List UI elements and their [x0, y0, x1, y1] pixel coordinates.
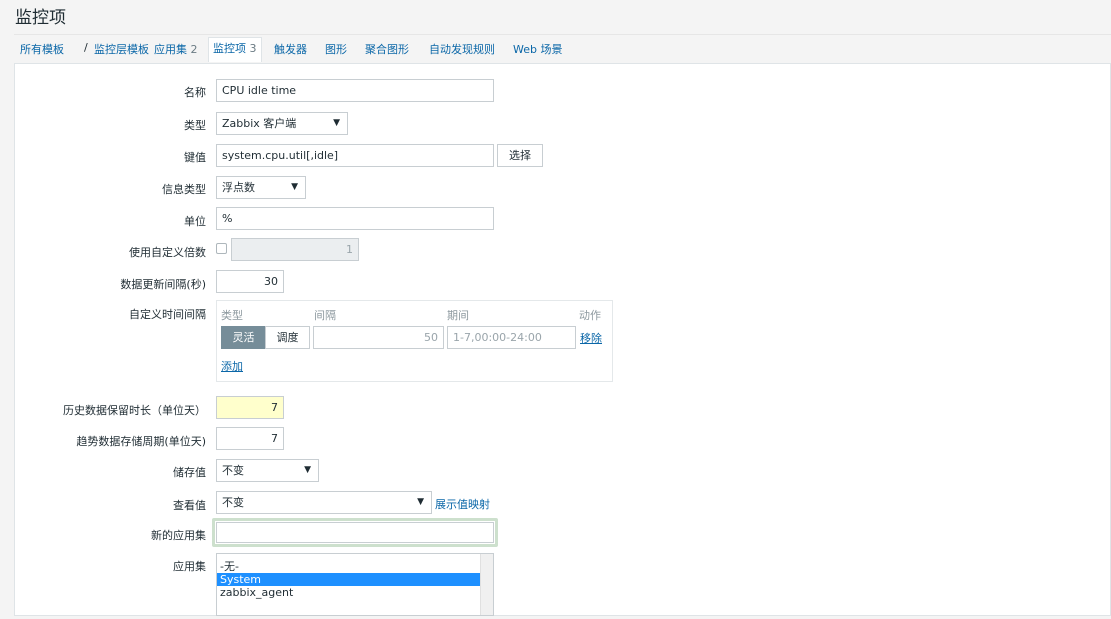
units-input[interactable]: %: [216, 207, 494, 230]
tab-items-count: 3: [249, 42, 257, 55]
show-value-mapping-link[interactable]: 展示值映射: [435, 496, 490, 512]
applications-label: 应用集: [173, 560, 206, 573]
new-application-input[interactable]: [216, 522, 494, 543]
applications-listbox[interactable]: -无- System zabbix_agent: [216, 553, 494, 616]
trends-input[interactable]: 7: [216, 427, 284, 450]
store-value-select[interactable]: 不变 ▼: [216, 459, 319, 482]
type-select[interactable]: Zabbix 客户端 ▼: [216, 112, 348, 135]
type-select-value: Zabbix 客户端: [222, 117, 297, 130]
page-title: 监控项: [15, 8, 66, 28]
tab-discovery-rules[interactable]: 自动发现规则: [429, 41, 495, 57]
chevron-down-icon: ▼: [291, 182, 298, 192]
col-header-interval: 间隔: [314, 309, 336, 322]
show-value-select-value: 不变: [222, 496, 244, 509]
col-header-period: 期间: [447, 309, 469, 322]
tab-screens[interactable]: 聚合图形: [365, 41, 409, 57]
multiplier-input: 1: [231, 238, 359, 261]
tab-triggers[interactable]: 触发器: [274, 41, 307, 57]
col-header-type: 类型: [221, 309, 243, 322]
key-label: 键值: [184, 151, 206, 164]
new-application-label: 新的应用集: [151, 529, 206, 542]
tab-applications-count: 2: [190, 43, 198, 56]
interval-input[interactable]: 50: [313, 326, 444, 349]
tab-applications-label: 应用集: [154, 43, 187, 56]
update-interval-input[interactable]: 30: [216, 270, 284, 293]
type-label: 类型: [184, 119, 206, 132]
list-item[interactable]: zabbix_agent: [217, 586, 480, 599]
custom-intervals-table: 类型 间隔 期间 动作 灵活 调度 50 1-7,00:00-24:00 移除 …: [216, 300, 613, 382]
update-interval-label: 数据更新间隔(秒): [120, 278, 206, 291]
tab-applications[interactable]: 应用集 2: [154, 41, 198, 57]
info-type-label: 信息类型: [162, 183, 206, 196]
select-key-button[interactable]: 选择: [497, 144, 543, 167]
tab-items[interactable]: 监控项 3: [208, 37, 262, 62]
name-label: 名称: [184, 86, 206, 99]
breadcrumb-all-templates[interactable]: 所有模板: [20, 41, 64, 57]
breadcrumb-template-name[interactable]: 监控层模板: [94, 41, 149, 57]
info-type-select[interactable]: 浮点数 ▼: [216, 176, 306, 199]
multiplier-label: 使用自定义倍数: [129, 246, 206, 259]
info-type-select-value: 浮点数: [222, 181, 255, 194]
trends-label: 趋势数据存储周期(单位天): [76, 435, 206, 448]
history-input[interactable]: 7: [216, 396, 284, 419]
name-input[interactable]: CPU idle time: [216, 79, 494, 102]
chevron-down-icon: ▼: [333, 118, 340, 128]
list-item[interactable]: -无-: [217, 560, 480, 573]
show-value-label: 查看值: [173, 499, 206, 512]
key-input[interactable]: system.cpu.util[,idle]: [216, 144, 494, 167]
store-value-label: 储存值: [173, 466, 206, 479]
history-label: 历史数据保留时长（单位天）: [63, 404, 206, 417]
listbox-scrollbar[interactable]: [480, 554, 493, 615]
tab-items-label: 监控项: [213, 42, 246, 55]
chevron-down-icon: ▼: [417, 497, 424, 507]
scheduling-toggle[interactable]: 调度: [265, 326, 310, 349]
chevron-down-icon: ▼: [304, 465, 311, 475]
multiplier-checkbox[interactable]: [216, 243, 227, 254]
add-interval-link[interactable]: 添加: [221, 358, 243, 374]
units-label: 单位: [184, 215, 206, 228]
custom-intervals-label: 自定义时间间隔: [129, 308, 206, 321]
col-header-action: 动作: [579, 309, 601, 322]
tab-graphs[interactable]: 图形: [325, 41, 347, 57]
flexible-toggle[interactable]: 灵活: [221, 326, 266, 349]
breadcrumb-separator: /: [84, 41, 88, 54]
tab-web-scenarios[interactable]: Web 场景: [513, 41, 562, 57]
store-value-select-value: 不变: [222, 464, 244, 477]
breadcrumb-tabs: 所有模板 / 监控层模板 应用集 2 监控项 3 触发器 图形 聚合图形 自动发…: [14, 34, 1111, 62]
list-item[interactable]: System: [217, 573, 480, 586]
new-application-field-focus: [212, 518, 498, 547]
show-value-select[interactable]: 不变 ▼: [216, 491, 432, 514]
remove-link[interactable]: 移除: [580, 330, 602, 346]
period-input[interactable]: 1-7,00:00-24:00: [447, 326, 576, 349]
